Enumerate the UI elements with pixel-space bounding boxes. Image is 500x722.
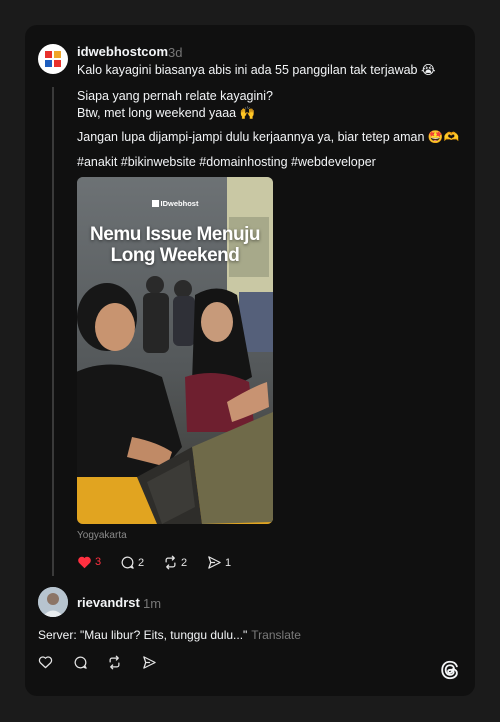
reply-username[interactable]: rievandrst: [77, 595, 140, 610]
like-button[interactable]: 3: [77, 555, 101, 569]
reply-like-button[interactable]: [38, 655, 53, 669]
post-hashtags[interactable]: #anakit #bikinwebsite #domainhosting #we…: [77, 154, 376, 170]
repost-icon: [165, 555, 176, 570]
post-line-2: Siapa yang pernah relate kayagini?: [77, 89, 273, 103]
idwebhost-avatar[interactable]: [38, 44, 68, 74]
reply-button[interactable]: 2: [120, 555, 144, 570]
comment-icon: [74, 656, 87, 669]
reply-body: Server: "Mau libur? Eits, tunggu dulu...…: [38, 628, 248, 642]
image-brand-text: IDwebhost: [160, 199, 199, 208]
user-avatar-icon: [38, 587, 68, 617]
like-count: 3: [95, 556, 102, 568]
reply-time[interactable]: 1m: [143, 596, 161, 611]
reply-avatar[interactable]: [38, 587, 68, 617]
comment-icon: [121, 556, 134, 569]
repost-count: 2: [181, 556, 188, 569]
post-username[interactable]: idwebhostcom: [77, 44, 168, 59]
post-line-1: Kalo kayagini biasanya abis ini ada 55 p…: [77, 63, 436, 77]
image-headline-line-1: Nemu Issue Menuju: [90, 224, 260, 245]
send-icon: [143, 656, 156, 669]
image-headline: Nemu Issue Menuju Long Weekend: [77, 224, 273, 266]
post-time[interactable]: 3d: [168, 45, 182, 60]
reply-text: Server: "Mau libur? Eits, tunggu dulu...…: [38, 628, 301, 642]
translate-link[interactable]: Translate: [251, 628, 301, 642]
idwebhost-logo-icon: [45, 51, 61, 67]
post-image[interactable]: IDwebhost Nemu Issue Menuju Long Weekend: [77, 177, 273, 524]
post-line-3: Btw, met long weekend yaaa 🙌: [77, 106, 256, 120]
share-button[interactable]: 1: [207, 555, 231, 570]
post-location[interactable]: Yogyakarta: [77, 530, 127, 541]
share-count: 1: [225, 556, 232, 569]
idwebhost-mark-icon: [151, 200, 159, 207]
image-brand: IDwebhost: [77, 199, 273, 208]
reply-count: 2: [138, 556, 145, 569]
repost-button[interactable]: 2: [163, 555, 187, 570]
reply-repost-button[interactable]: [107, 655, 122, 670]
threads-logo-icon[interactable]: [439, 659, 461, 686]
thread-card: idwebhostcom 3d Kalo kayagini biasanya a…: [25, 25, 475, 696]
post-line-4: Jangan lupa dijampi-jampi dulu kerjaanny…: [77, 130, 460, 144]
image-headline-line-2: Long Weekend: [110, 245, 240, 266]
send-icon: [208, 556, 221, 569]
heart-filled-icon: [78, 556, 91, 569]
reply-comment-button[interactable]: [73, 655, 88, 670]
repost-icon: [109, 655, 120, 670]
heart-outline-icon: [38, 656, 53, 669]
thread-line: [52, 87, 54, 576]
reply-share-button[interactable]: [142, 655, 157, 670]
